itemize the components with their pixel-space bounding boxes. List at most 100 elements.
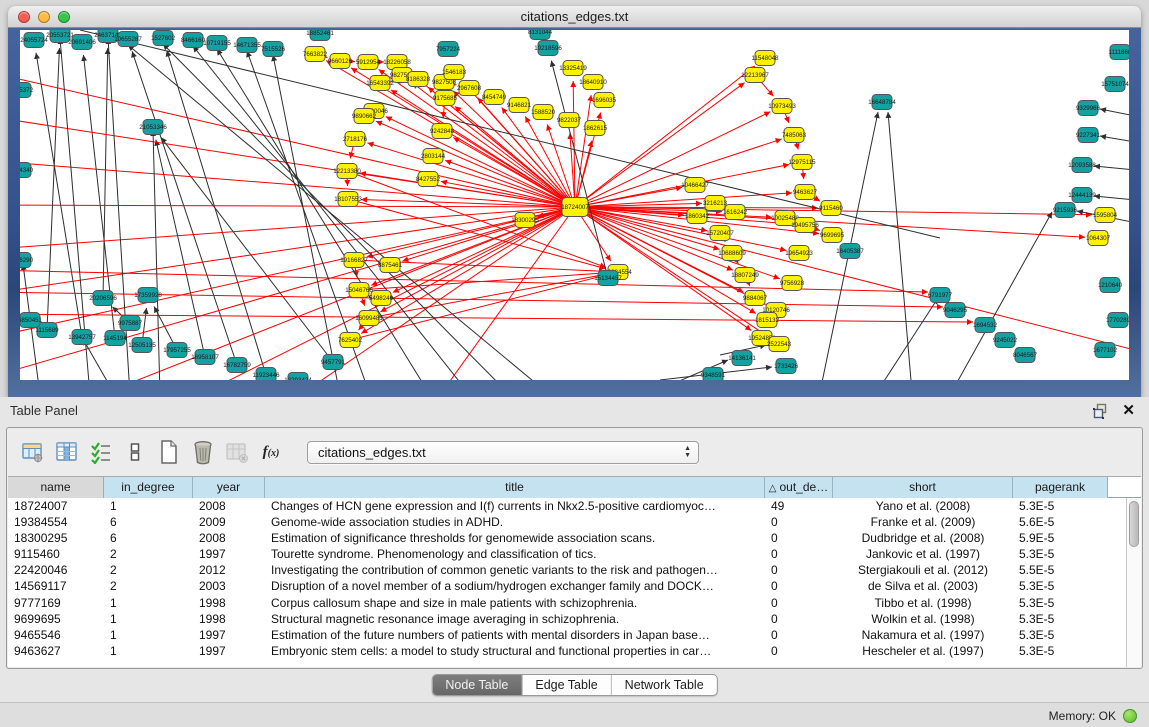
- graph-node[interactable]: 9348591: [701, 368, 726, 381]
- table-row[interactable]: 1830029562008Estimation of significance …: [8, 530, 1126, 546]
- graph-node[interactable]: 13325419: [559, 61, 587, 76]
- graph-node[interactable]: 17957255: [163, 343, 191, 358]
- tab-node-table[interactable]: Node Table: [432, 675, 522, 695]
- graph-node[interactable]: 8466160: [181, 33, 206, 48]
- rows-icon[interactable]: [119, 436, 151, 468]
- graph-node[interactable]: 13293424: [284, 373, 312, 381]
- graph-node[interactable]: 1527602: [151, 31, 176, 46]
- graph-node[interactable]: 10466427: [681, 178, 709, 193]
- graph-node[interactable]: 8454749: [482, 90, 507, 105]
- table-settings-icon[interactable]: [17, 436, 49, 468]
- graph-node[interactable]: 21053346: [139, 120, 167, 135]
- graph-node[interactable]: 9146821: [507, 98, 532, 113]
- graph-node[interactable]: 14136141: [728, 351, 756, 366]
- graph-node[interactable]: 12505135: [128, 338, 156, 353]
- graph-node[interactable]: 7663822: [303, 47, 328, 62]
- show-column-icon[interactable]: [51, 436, 83, 468]
- graph-node[interactable]: 9463627: [793, 185, 818, 200]
- graph-node[interactable]: 20691406: [68, 35, 96, 50]
- table-selector-dropdown[interactable]: citations_edges.txt ▲▼: [307, 441, 699, 464]
- graph-node[interactable]: 11548048: [751, 51, 779, 66]
- graph-node[interactable]: 5498246: [369, 291, 394, 306]
- graph-node[interactable]: 7625402: [338, 333, 363, 348]
- column-header-short[interactable]: short: [833, 477, 1013, 498]
- graph-node[interactable]: 2718176: [343, 132, 368, 147]
- graph-node[interactable]: 1546183: [442, 65, 467, 80]
- graph-node[interactable]: 9660126: [328, 54, 353, 69]
- graph-node[interactable]: 15751074: [1101, 77, 1129, 92]
- graph-node[interactable]: 10688609: [718, 246, 746, 261]
- graph-node[interactable]: 1111868: [1109, 45, 1129, 60]
- column-header-year[interactable]: year: [193, 477, 265, 498]
- select-columns-icon[interactable]: [85, 436, 117, 468]
- graph-node[interactable]: 9242848: [430, 124, 455, 139]
- graph-node[interactable]: 19218596: [534, 41, 562, 56]
- table-row[interactable]: 911546021997Tourette syndrome. Phenomeno…: [8, 546, 1126, 562]
- graph-node[interactable]: 2803144: [421, 149, 446, 164]
- new-table-icon[interactable]: [153, 436, 185, 468]
- graph-node[interactable]: 12213380: [333, 164, 361, 179]
- graph-node[interactable]: 6791977: [928, 288, 953, 303]
- close-panel-icon[interactable]: ✕: [1122, 401, 1135, 419]
- graph-node[interactable]: 1210640: [1098, 278, 1123, 293]
- graph-node[interactable]: 9822037: [557, 113, 582, 128]
- graph-node[interactable]: 1862615: [583, 121, 608, 136]
- scrollbar-thumb[interactable]: [1129, 501, 1139, 547]
- graph-node[interactable]: 1677102: [1093, 343, 1118, 358]
- delete-table-icon[interactable]: [187, 436, 219, 468]
- graph-node[interactable]: 1914340: [20, 163, 34, 178]
- tab-edge-table[interactable]: Edge Table: [522, 675, 611, 695]
- graph-node[interactable]: 1064307: [1086, 231, 1111, 246]
- table-row[interactable]: 2242004622012Investigating the contribut…: [8, 562, 1126, 578]
- graph-node[interactable]: 1588520: [531, 105, 556, 120]
- graph-node[interactable]: 1733426: [774, 359, 799, 374]
- graph-node[interactable]: 8186328: [406, 72, 431, 87]
- table-row[interactable]: 969969511998Structural magnetic resonanc…: [8, 611, 1126, 627]
- graph-node[interactable]: 9329966: [1076, 101, 1101, 116]
- graph-node[interactable]: 1595804: [1093, 208, 1118, 223]
- graph-node[interactable]: 15720407: [706, 226, 734, 241]
- graph-node[interactable]: 5912954: [356, 55, 381, 70]
- table-row[interactable]: 946554611997Estimation of the future num…: [8, 627, 1126, 643]
- graph-node[interactable]: 16958107: [191, 350, 219, 365]
- graph-node[interactable]: 9884067: [743, 291, 768, 306]
- graph-node[interactable]: 1815132: [755, 313, 780, 328]
- graph-node[interactable]: 18852461: [306, 30, 334, 41]
- table-row[interactable]: 1938455462009Genome-wide association stu…: [8, 514, 1126, 530]
- graph-node[interactable]: 9975887: [118, 316, 143, 331]
- graph-node[interactable]: 7957224: [436, 42, 461, 57]
- column-header-out_degree[interactable]: △out_de…: [765, 477, 833, 498]
- graph-node[interactable]: 18640910: [579, 75, 607, 90]
- graph-node[interactable]: 9227341: [1076, 128, 1101, 143]
- graph-node[interactable]: 12975115: [788, 155, 816, 170]
- graph-node[interactable]: 12213967: [741, 68, 769, 83]
- graph-node[interactable]: 19166827: [340, 253, 368, 268]
- graph-node[interactable]: 8427552: [416, 172, 441, 187]
- graph-node[interactable]: 16405387: [836, 244, 864, 259]
- graph-node[interactable]: 19654923: [785, 246, 813, 261]
- graph-node[interactable]: 9457791: [321, 355, 346, 370]
- graph-node[interactable]: 18724007: [561, 198, 589, 217]
- graph-node[interactable]: 17359928: [134, 288, 162, 303]
- graph-node[interactable]: 19495756: [791, 218, 819, 233]
- graph-node[interactable]: 9046295: [943, 303, 968, 318]
- graph-node[interactable]: 1770289: [1106, 313, 1129, 328]
- function-builder-icon[interactable]: f(x): [255, 436, 287, 468]
- float-panel-icon[interactable]: [1093, 403, 1109, 419]
- graph-node[interactable]: 7485063: [782, 128, 807, 143]
- graph-node[interactable]: 18107553: [334, 192, 362, 207]
- graph-node[interactable]: 1696035: [592, 93, 617, 108]
- graph-node[interactable]: 18300295: [511, 213, 539, 228]
- graph-node[interactable]: 1145194: [103, 331, 127, 346]
- graph-node[interactable]: 18807249: [731, 268, 759, 283]
- graph-node[interactable]: 1616242: [723, 205, 748, 220]
- graph-node[interactable]: 9699695: [820, 228, 845, 243]
- graph-node[interactable]: 9115460: [819, 201, 843, 216]
- column-header-pagerank[interactable]: pagerank: [1013, 477, 1108, 498]
- graph-node[interactable]: 8046567: [1013, 348, 1038, 363]
- graph-node[interactable]: 16648784: [868, 95, 896, 110]
- graph-node[interactable]: 1694532: [973, 318, 998, 333]
- graph-node[interactable]: 12093588: [1068, 158, 1096, 173]
- column-header-name[interactable]: name: [8, 477, 104, 498]
- graph-node[interactable]: 9046290: [20, 253, 34, 268]
